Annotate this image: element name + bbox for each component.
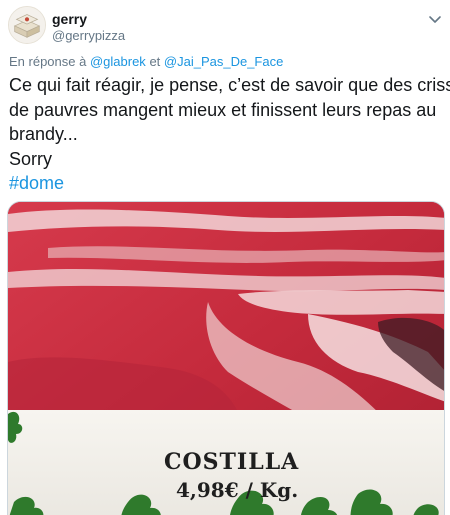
tweet-text-line: Ce qui fait réagir, je pense, c’est de s… [9, 75, 450, 95]
tweet-text-line: de pauvres mangent mieux et finissent le… [9, 99, 437, 120]
chevron-down-icon[interactable] [426, 10, 444, 28]
avatar[interactable] [8, 6, 46, 44]
tweet-text-line: brandy... [9, 124, 78, 144]
pizza-box-avatar-icon [9, 7, 45, 43]
display-name[interactable]: gerry [52, 10, 125, 28]
reply-context: En réponse à @glabrek et @Jai_Pas_De_Fac… [9, 54, 283, 70]
tweet-text: Ce qui fait réagir, je pense, c’est de s… [9, 73, 450, 196]
tweet-photo[interactable]: COSTILLA 4,98€ / Kg. [7, 201, 445, 515]
reply-separator: et [149, 54, 161, 69]
meat-photo [8, 202, 444, 515]
tweet-text-line: Sorry [9, 148, 53, 169]
tweet: gerry @gerrypizza En réponse à @glabrek … [0, 0, 450, 515]
reply-user-link-1[interactable]: @glabrek [90, 54, 146, 69]
reply-prefix: En réponse à [9, 54, 87, 69]
handle[interactable]: @gerrypizza [52, 28, 125, 44]
tweet-header: gerry @gerrypizza [8, 6, 444, 46]
author-names: gerry @gerrypizza [52, 10, 125, 44]
reply-user-link-2[interactable]: @Jai_Pas_De_Face [164, 54, 283, 69]
hashtag-link[interactable]: #dome [9, 171, 445, 196]
